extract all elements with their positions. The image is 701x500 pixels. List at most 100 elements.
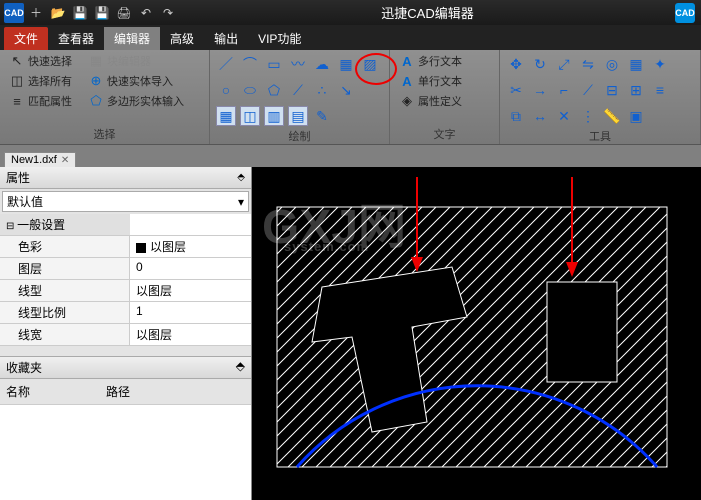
fav-col-name: 名称 xyxy=(0,381,100,402)
undo-icon[interactable]: ↶ xyxy=(136,3,156,23)
scale-icon[interactable]: ⤢ xyxy=(554,54,574,74)
measure-icon[interactable]: 📏 xyxy=(602,106,622,126)
arc-icon[interactable]: ⌒ xyxy=(240,54,260,74)
move-icon[interactable]: ✥ xyxy=(506,54,526,74)
block-insert-icon[interactable]: ◫ xyxy=(240,106,260,126)
redo-icon[interactable]: ↷ xyxy=(158,3,178,23)
properties-panel: 属性 ⬘ 默认值 ▾ ⊟ 一般设置 色彩以图层 图层0 线型以图层 线型比例1 … xyxy=(0,167,252,500)
chevron-down-icon: ▾ xyxy=(238,195,244,209)
app-badge: CAD xyxy=(4,3,24,23)
array-icon[interactable]: ▦ xyxy=(626,54,646,74)
quick-import-button[interactable]: ⊕快速实体导入 xyxy=(85,72,176,90)
image-icon[interactable]: ▦ xyxy=(216,106,236,126)
prop-linetype[interactable]: 线型以图层 xyxy=(0,280,251,302)
quick-select-button[interactable]: ↖快速选择 xyxy=(6,52,75,70)
ray-icon[interactable]: ↘ xyxy=(336,80,356,100)
prop-layer[interactable]: 图层0 xyxy=(0,258,251,280)
hatch-solid-icon[interactable]: ▦ xyxy=(336,54,356,74)
doc-tab[interactable]: New1.dxf ✕ xyxy=(4,152,76,167)
doc-tab-label: New1.dxf xyxy=(11,154,57,166)
circle-icon[interactable]: ○ xyxy=(216,80,236,100)
offset-icon[interactable]: ◎ xyxy=(602,54,622,74)
tab-editor[interactable]: 编辑器 xyxy=(104,27,160,50)
stext-button[interactable]: A单行文本 xyxy=(396,72,493,90)
prop-color[interactable]: 色彩以图层 xyxy=(0,236,251,258)
menu-tabs: 文件 查看器 编辑器 高级 输出 VIP功能 xyxy=(0,25,701,50)
title-bar: CAD ＋ 📂 💾 💾 🖨 ↶ ↷ 迅捷CAD编辑器 CAD xyxy=(0,0,701,25)
hatch-pattern-icon[interactable]: ▨ xyxy=(360,54,380,74)
line-icon[interactable]: ／ xyxy=(216,54,236,74)
explode-icon[interactable]: ✦ xyxy=(650,54,670,74)
saveas-icon[interactable]: 💾 xyxy=(92,3,112,23)
cloud-icon[interactable]: ☁ xyxy=(312,54,332,74)
match-icon: ≡ xyxy=(9,93,25,109)
join-icon[interactable]: ⊞ xyxy=(626,80,646,100)
wipeout-icon[interactable]: ▤ xyxy=(288,106,308,126)
rect-icon[interactable]: ▭ xyxy=(264,54,284,74)
ribbon-group-tools: ✥ ↻ ⤢ ⇋ ◎ ▦ ✦ ✂ → ⌐ ⟋ ⊟ ⊞ ≡ ⧉ ↔ ✕ ⋮ xyxy=(500,50,701,144)
spline-icon[interactable]: 〰 xyxy=(288,54,308,74)
align-icon[interactable]: ≡ xyxy=(650,80,670,100)
ellipse-icon[interactable]: ⬭ xyxy=(240,80,260,100)
prop-ltscale[interactable]: 线型比例1 xyxy=(0,302,251,324)
group-icon[interactable]: ▣ xyxy=(626,106,646,126)
favorites-header: 收藏夹 ⬘ xyxy=(0,356,251,379)
properties-header: 属性 ⬘ xyxy=(0,167,251,189)
polyline-icon[interactable]: ⟋ xyxy=(288,80,308,100)
select-all-button[interactable]: ◫选择所有 xyxy=(6,72,75,90)
new-icon[interactable]: ＋ xyxy=(26,3,46,23)
selection-dropdown[interactable]: 默认值 ▾ xyxy=(2,191,249,212)
save-icon[interactable]: 💾 xyxy=(70,3,90,23)
import-icon: ⊕ xyxy=(88,73,104,89)
tab-file[interactable]: 文件 xyxy=(4,27,48,50)
region-icon[interactable]: ▥ xyxy=(264,106,284,126)
break-icon[interactable]: ⊟ xyxy=(602,80,622,100)
drawing-canvas[interactable]: GXJ网 system.com xyxy=(252,167,701,500)
ribbon-group-select: ↖快速选择 ▦块编辑器 ◫选择所有 ⊕快速实体导入 ≡匹配属性 ⬠多边形实体输入… xyxy=(0,50,210,144)
tab-vip[interactable]: VIP功能 xyxy=(248,27,311,50)
print-icon[interactable]: 🖨 xyxy=(114,3,134,23)
block-editor-button: ▦块编辑器 xyxy=(85,52,154,70)
close-icon[interactable]: ✕ xyxy=(61,155,69,166)
polygon-icon[interactable]: ⬠ xyxy=(264,80,284,100)
copy-icon[interactable]: ⧉ xyxy=(506,106,526,126)
erase-icon[interactable]: ✕ xyxy=(554,106,574,126)
mtext-button[interactable]: A多行文本 xyxy=(396,52,493,70)
workspace: 属性 ⬘ 默认值 ▾ ⊟ 一般设置 色彩以图层 图层0 线型以图层 线型比例1 … xyxy=(0,167,701,500)
trim-icon[interactable]: ✂ xyxy=(506,80,526,100)
polygon-icon: ⬠ xyxy=(88,93,104,109)
chamfer-icon[interactable]: ⟋ xyxy=(578,80,598,100)
fillet-icon[interactable]: ⌐ xyxy=(554,80,574,100)
pin-icon[interactable]: ⬘ xyxy=(236,359,245,376)
dropper-icon[interactable]: ✎ xyxy=(312,106,332,126)
cursor-icon: ↖ xyxy=(9,53,25,69)
ribbon-group-draw: ／ ⌒ ▭ 〰 ☁ ▦ ▨ ○ ⬭ ⬠ ⟋ ∴ ↘ ▦ ◫ ▥ ▤ ✎ xyxy=(210,50,390,144)
tab-viewer[interactable]: 查看器 xyxy=(48,27,104,50)
mtext-icon: A xyxy=(399,53,415,69)
cad-right-badge[interactable]: CAD xyxy=(675,3,695,23)
point-icon[interactable]: ∴ xyxy=(312,80,332,100)
divide-icon[interactable]: ⋮ xyxy=(578,106,598,126)
ribbon-label-text: 文字 xyxy=(396,124,493,142)
property-list: ⊟ 一般设置 色彩以图层 图层0 线型以图层 线型比例1 线宽以图层 xyxy=(0,214,251,346)
open-icon[interactable]: 📂 xyxy=(48,3,68,23)
properties-title: 属性 xyxy=(6,169,30,186)
tab-output[interactable]: 输出 xyxy=(204,27,248,50)
ribbon-group-text: A多行文本 A单行文本 ◈属性定义 文字 xyxy=(390,50,500,144)
attrdef-button[interactable]: ◈属性定义 xyxy=(396,92,493,110)
selection-value: 默认值 xyxy=(7,193,43,210)
section-general[interactable]: ⊟ 一般设置 xyxy=(0,214,251,236)
extend-icon[interactable]: → xyxy=(530,80,550,100)
favorites-title: 收藏夹 xyxy=(6,359,42,376)
poly-input-button[interactable]: ⬠多边形实体输入 xyxy=(85,92,187,110)
favorites-body xyxy=(0,405,251,500)
match-props-button[interactable]: ≡匹配属性 xyxy=(6,92,75,110)
drawing-svg xyxy=(252,167,701,500)
tab-advanced[interactable]: 高级 xyxy=(160,27,204,50)
prop-lineweight[interactable]: 线宽以图层 xyxy=(0,324,251,346)
stretch-icon[interactable]: ↔ xyxy=(530,106,550,126)
ribbon-label-select: 选择 xyxy=(6,124,203,142)
rotate-icon[interactable]: ↻ xyxy=(530,54,550,74)
pin-icon[interactable]: ⬘ xyxy=(237,172,245,183)
mirror-icon[interactable]: ⇋ xyxy=(578,54,598,74)
